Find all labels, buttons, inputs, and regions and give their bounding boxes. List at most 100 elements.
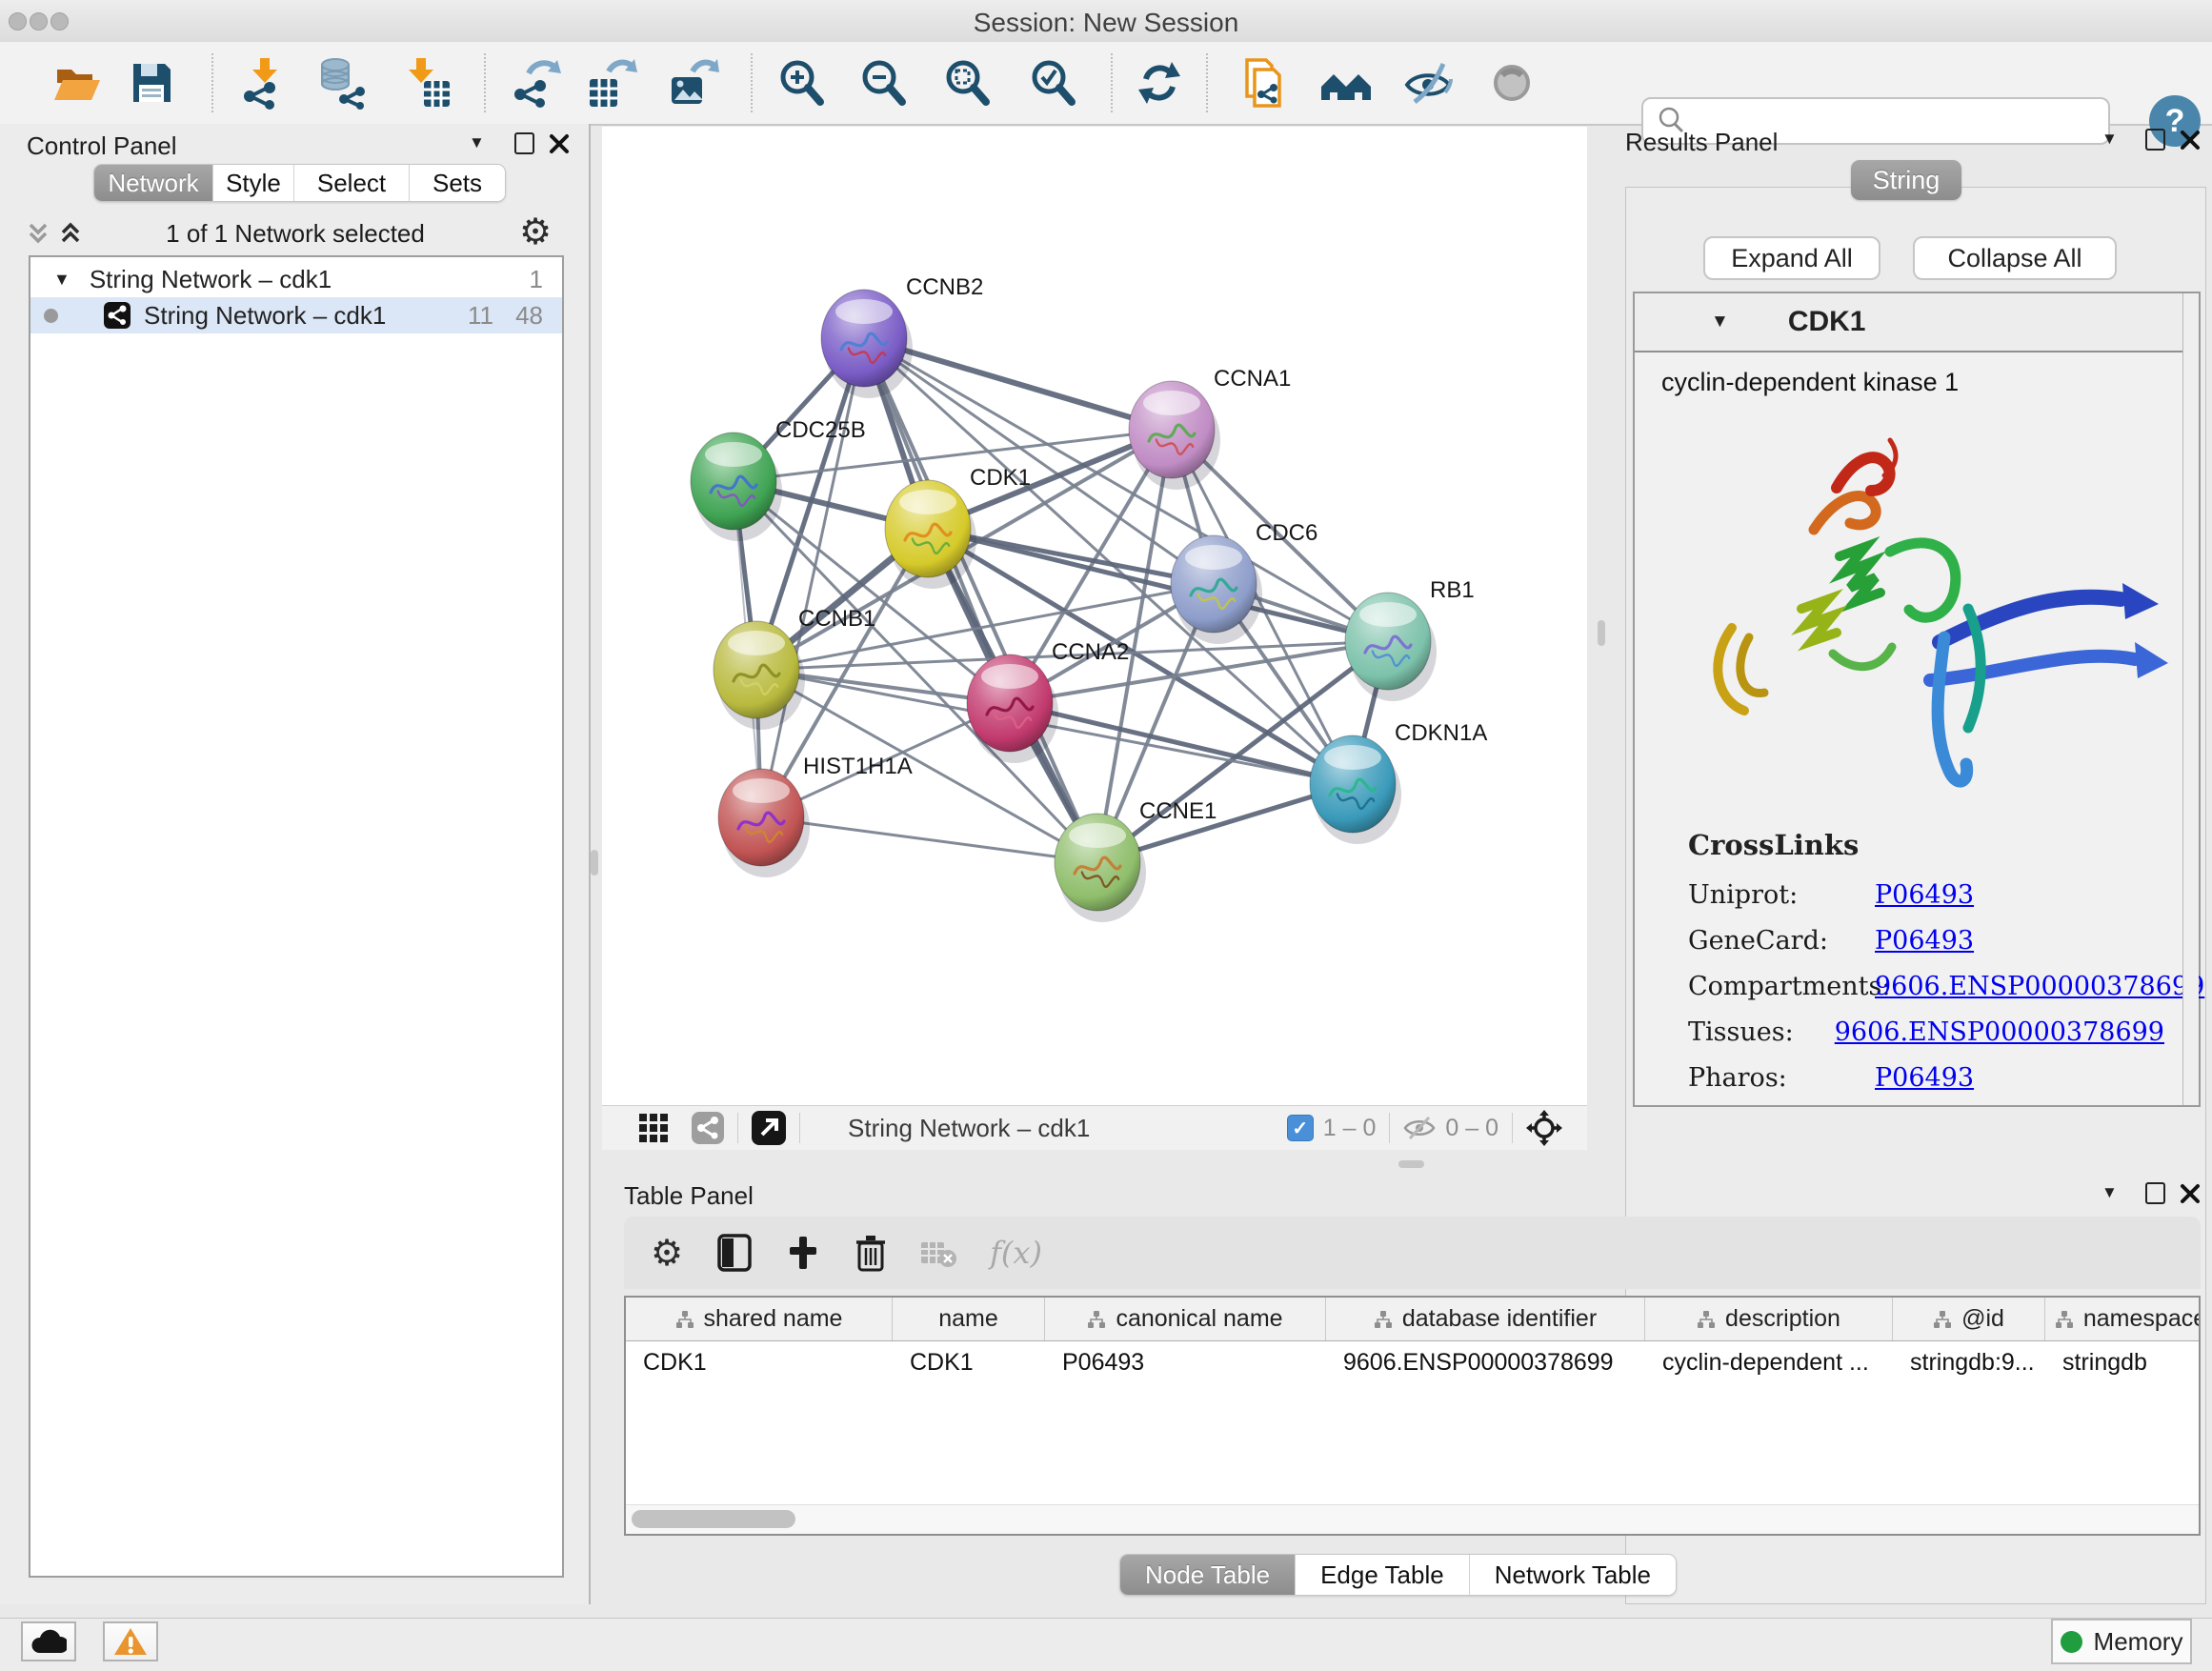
import-network-from-database-button[interactable] <box>312 55 368 111</box>
network-view-icon[interactable] <box>692 1112 724 1144</box>
table-cell[interactable]: stringdb <box>2045 1341 2201 1384</box>
selected-checkbox-icon[interactable]: ✓ <box>1287 1115 1314 1141</box>
table-cell[interactable]: CDK1 <box>893 1341 1045 1384</box>
create-column-plus-icon[interactable] <box>786 1235 820 1271</box>
table-cell[interactable]: stringdb:9... <box>1893 1341 2045 1384</box>
edge-CCNB2-CCNE1[interactable] <box>864 338 1097 862</box>
grid-view-icon[interactable] <box>638 1113 669 1143</box>
results-float-panel-icon[interactable] <box>2145 129 2165 151</box>
results-scrollbar[interactable] <box>2182 293 2199 1105</box>
edge-HIST1H1A-CCNE1[interactable] <box>761 817 1097 862</box>
open-file-button[interactable] <box>50 55 105 111</box>
table-cell[interactable]: cyclin-dependent ... <box>1645 1341 1893 1384</box>
column-header[interactable]: canonical name <box>1045 1298 1326 1340</box>
float-panel-icon[interactable] <box>514 132 534 154</box>
column-header[interactable]: name <box>893 1298 1045 1340</box>
column-header[interactable]: namespace <box>2045 1298 2201 1340</box>
gene-header[interactable]: ▼ CDK1 <box>1635 293 2183 352</box>
network-node-CDC6[interactable]: CDC6 <box>1171 520 1317 644</box>
clone-network-button[interactable] <box>1235 55 1290 111</box>
crosslink-link[interactable]: P06493 <box>1875 880 1974 910</box>
network-node-CCNA1[interactable]: CCNA1 <box>1129 366 1291 490</box>
save-session-button[interactable] <box>124 55 179 111</box>
zoom-in-button[interactable] <box>774 55 829 111</box>
table-cell[interactable]: CDK1 <box>626 1341 893 1384</box>
column-header[interactable]: shared name <box>626 1298 893 1340</box>
tab-node-table[interactable]: Node Table <box>1120 1555 1295 1595</box>
table-horizontal-scrollbar[interactable] <box>626 1504 2199 1534</box>
hide-unhide-button[interactable] <box>1400 55 1456 111</box>
tab-edge-table[interactable]: Edge Table <box>1295 1555 1469 1595</box>
right-splitter-handle[interactable] <box>1598 620 1605 646</box>
string-protein-query-button[interactable] <box>1318 55 1374 111</box>
refresh-icon <box>1133 56 1186 110</box>
memory-button[interactable]: Memory <box>2051 1619 2192 1664</box>
column-type-icon <box>1933 1310 1952 1329</box>
crosslink-link[interactable]: P06493 <box>1875 1063 1974 1093</box>
tab-sets[interactable]: Sets <box>409 165 505 201</box>
expand-all-button[interactable]: Expand All <box>1703 236 1880 280</box>
network-node-CDK1[interactable]: CDK1 <box>885 465 1031 589</box>
network-node-CDKN1A[interactable]: CDKN1A <box>1310 720 1487 844</box>
edge-CCNB2-HIST1H1A[interactable] <box>761 338 864 817</box>
tree-expander-icon[interactable]: ▼ <box>53 270 70 290</box>
column-header[interactable]: database identifier <box>1326 1298 1645 1340</box>
column-header[interactable]: description <box>1645 1298 1893 1340</box>
network-options-gear-icon[interactable]: ⚙ <box>519 213 552 250</box>
table-cell[interactable]: 9606.ENSP00000378699 <box>1326 1341 1645 1384</box>
network-node-CCNB2[interactable]: CCNB2 <box>821 274 983 398</box>
network-node-RB1[interactable]: RB1 <box>1345 577 1475 701</box>
column-header-label: name <box>938 1305 998 1333</box>
show-columns-icon[interactable] <box>717 1234 752 1272</box>
export-image-button[interactable] <box>665 55 720 111</box>
zoom-out-button[interactable] <box>855 55 911 111</box>
left-splitter-handle[interactable] <box>591 850 598 876</box>
collapse-gene-icon[interactable]: ▼ <box>1711 312 1729 332</box>
crosslink-link[interactable]: P06493 <box>1875 926 1974 956</box>
network-collection-row[interactable]: ▼ String Network – cdk1 1 <box>30 261 562 297</box>
import-network-button[interactable] <box>236 55 292 111</box>
detach-view-icon[interactable] <box>752 1111 786 1145</box>
warnings-button[interactable] <box>103 1621 158 1661</box>
scrollbar-thumb[interactable] <box>632 1510 795 1528</box>
column-header[interactable]: @id <box>1893 1298 2045 1340</box>
tab-network[interactable]: Network <box>94 165 212 201</box>
export-image-icon <box>666 56 719 110</box>
results-close-panel-icon[interactable] <box>2180 130 2201 151</box>
network-node-CDC25B[interactable]: CDC25B <box>691 417 866 541</box>
bottom-splitter-handle[interactable] <box>1398 1160 1424 1168</box>
birds-eye-view-icon[interactable] <box>1526 1110 1562 1146</box>
network-graph[interactable]: CCNB2CCNA1CDC25BCDK1CDC6RB1CCNB1CCNA2CDK… <box>602 127 1587 1105</box>
column-type-icon <box>2055 1310 2074 1329</box>
network-node-HIST1H1A[interactable]: HIST1H1A <box>718 754 913 877</box>
network-node-CCNB1[interactable]: CCNB1 <box>714 606 875 730</box>
table-cell[interactable]: P06493 <box>1045 1341 1326 1384</box>
export-network-button[interactable] <box>507 55 562 111</box>
table-settings-gear-icon[interactable]: ⚙ <box>651 1235 683 1271</box>
network-canvas[interactable]: CCNB2CCNA1CDC25BCDK1CDC6RB1CCNB1CCNA2CDK… <box>602 127 1587 1105</box>
close-panel-icon[interactable] <box>549 133 570 154</box>
edge-CCNA2-CDKN1A[interactable] <box>1010 703 1353 784</box>
table-panel-menu-icon[interactable]: ▼ <box>2101 1183 2118 1202</box>
crosslink-link[interactable]: 9606.ENSP00000378699 <box>1835 1017 2164 1047</box>
panel-menu-icon[interactable]: ▼ <box>469 133 485 152</box>
tab-network-table[interactable]: Network Table <box>1469 1555 1676 1595</box>
table-float-panel-icon[interactable] <box>2145 1182 2165 1204</box>
tab-select[interactable]: Select <box>293 165 409 201</box>
import-table-button[interactable] <box>398 55 453 111</box>
table-row[interactable]: CDK1CDK1P064939606.ENSP00000378699cyclin… <box>626 1341 2199 1384</box>
zoom-selected-button[interactable] <box>1025 55 1080 111</box>
export-table-button[interactable] <box>583 55 638 111</box>
tab-string[interactable]: String <box>1851 160 1961 200</box>
zoom-fit-button[interactable] <box>939 55 995 111</box>
collapse-all-button[interactable]: Collapse All <box>1913 236 2117 280</box>
delete-column-trash-icon[interactable] <box>855 1234 887 1272</box>
refresh-view-button[interactable] <box>1132 55 1187 111</box>
results-panel-menu-icon[interactable]: ▼ <box>2101 130 2118 149</box>
network-row-selected[interactable]: String Network – cdk1 11 48 <box>30 297 562 333</box>
tab-style[interactable]: Style <box>212 165 293 201</box>
table-close-panel-icon[interactable] <box>2180 1183 2201 1204</box>
crosslink-link[interactable]: 9606.ENSP00000378699 <box>1875 972 2204 1001</box>
show-graphics-button[interactable] <box>1484 55 1539 111</box>
cloud-status-button[interactable] <box>21 1621 76 1661</box>
